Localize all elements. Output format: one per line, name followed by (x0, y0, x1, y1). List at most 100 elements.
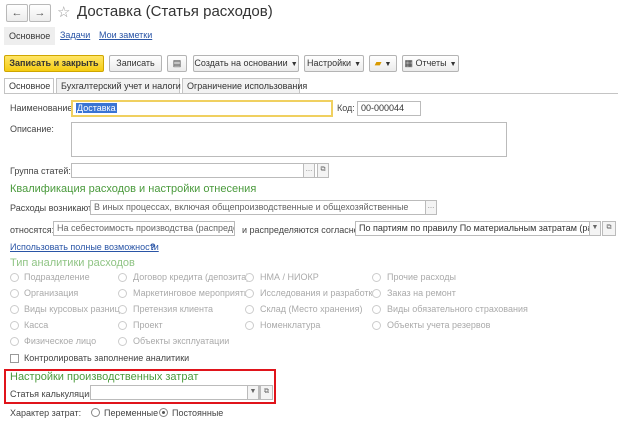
radio-insurance[interactable] (372, 305, 381, 314)
radio-subdivision[interactable] (10, 273, 19, 282)
chevron-down-icon: ▼ (449, 61, 457, 68)
expenses-arise-field[interactable]: В иных процессах, включая общепроизводст… (90, 200, 437, 215)
radio-reserves[interactable] (372, 321, 381, 330)
option-individual: Физическое лицо (24, 336, 97, 346)
page-title: Доставка (Статья расходов) (77, 3, 273, 20)
chevron-down-icon: ▼ (384, 61, 392, 68)
control-analytics-checkbox[interactable] (10, 354, 19, 363)
control-analytics-label: Контролировать заполнение аналитики (24, 353, 190, 363)
tab-accounting[interactable]: Бухгалтерский учет и налоги (56, 78, 181, 94)
chevron-down-icon[interactable]: ▼ (589, 221, 601, 236)
radio-exchange-diff[interactable] (10, 305, 19, 314)
tab-my-notes[interactable]: Мои заметки (99, 30, 152, 40)
create-based-on-label: Создать на основании (194, 58, 288, 68)
radio-project[interactable] (118, 321, 127, 330)
production-heading: Настройки производственных затрат (10, 371, 199, 383)
use-full-features-link[interactable]: Использовать полные возможности (10, 242, 159, 252)
forward-button[interactable]: → (29, 4, 51, 22)
attribute-to-field[interactable]: На себестоимость производства (распредел… (53, 221, 235, 236)
radio-repair-order[interactable] (372, 289, 381, 298)
radio-claim[interactable] (118, 305, 127, 314)
open-link-icon[interactable]: ⧉ (260, 385, 273, 400)
option-credit-contract: Договор кредита (депозита) (133, 272, 250, 282)
save-and-close-button[interactable]: Записать и закрыть (4, 55, 104, 72)
top-tabs: Основное Задачи Мои заметки (0, 26, 618, 49)
tab-main-top[interactable]: Основное (4, 27, 56, 45)
reports-button[interactable]: ▦ Отчеты ▼ (402, 55, 459, 72)
back-button[interactable]: ← (6, 4, 28, 22)
radio-other-expenses[interactable] (372, 273, 381, 282)
option-warehouse: Склад (Место хранения) (260, 304, 363, 314)
radio-operation-objects[interactable] (118, 337, 127, 346)
settings-button[interactable]: Настройки ▼ (304, 55, 364, 72)
expenses-arise-select-button[interactable]: … (425, 200, 437, 215)
tab-main[interactable]: Основное (4, 78, 54, 94)
settings-label: Настройки (306, 58, 352, 68)
print-list-button[interactable]: ▤ (167, 55, 187, 72)
help-icon[interactable]: ? (150, 242, 156, 252)
group-select-button[interactable]: … (303, 163, 315, 178)
paperclip-folder-icon: ▰ (374, 58, 382, 68)
radio-cash[interactable] (10, 321, 19, 330)
chevron-down-icon: ▼ (354, 61, 362, 68)
code-label: Код: (337, 103, 355, 113)
radio-research[interactable] (245, 289, 254, 298)
variable-label: Переменные (104, 408, 159, 418)
radio-credit-contract[interactable] (118, 273, 127, 282)
option-nma: НМА / НИОКР (260, 272, 319, 282)
option-organization: Организация (24, 288, 79, 298)
create-based-on-button[interactable]: Создать на основании ▼ (193, 55, 299, 72)
attach-button[interactable]: ▰ ▼ (369, 55, 397, 72)
name-value: Доставка (76, 103, 117, 113)
option-repair-order: Заказ на ремонт (387, 288, 456, 298)
fixed-label: Постоянные (172, 408, 224, 418)
option-subdivision: Подразделение (24, 272, 90, 282)
radio-organization[interactable] (10, 289, 19, 298)
report-icon: ▦ (404, 58, 413, 68)
description-label: Описание: (10, 124, 54, 134)
radio-marketing[interactable] (118, 289, 127, 298)
document-list-icon: ▤ (172, 58, 182, 68)
calculation-item-label: Статья калькуляции: (10, 389, 97, 399)
option-operation-objects: Объекты эксплуатации (133, 336, 230, 346)
radio-nma[interactable] (245, 273, 254, 282)
cost-nature-label: Характер затрат: (10, 408, 82, 418)
option-nomenclature: Номенклатура (260, 320, 321, 330)
open-link-icon[interactable]: ⧉ (317, 163, 329, 178)
tab-tasks[interactable]: Задачи (60, 30, 90, 40)
chevron-down-icon[interactable]: ▼ (247, 385, 259, 400)
attribute-to-label: относятся: (10, 225, 55, 235)
radio-fixed[interactable] (159, 408, 168, 417)
option-project: Проект (133, 320, 163, 330)
group-label: Группа статей: (10, 166, 71, 176)
favorite-star-icon[interactable]: ☆ (57, 3, 70, 21)
option-claim: Претензия клиента (133, 304, 214, 314)
option-insurance: Виды обязательного страхования (387, 304, 528, 314)
option-cash: Касса (24, 320, 49, 330)
reports-label: Отчеты (415, 58, 447, 68)
expenses-arise-label: Расходы возникают: (10, 203, 95, 213)
chevron-down-icon: ▼ (290, 61, 298, 68)
radio-variable[interactable] (91, 408, 100, 417)
name-label: Наименование: (10, 103, 75, 113)
option-other-expenses: Прочие расходы (387, 272, 456, 282)
radio-warehouse[interactable] (245, 305, 254, 314)
radio-nomenclature[interactable] (245, 321, 254, 330)
save-button[interactable]: Записать (109, 55, 162, 72)
option-marketing: Маркетинговое мероприятие (133, 288, 254, 298)
code-field[interactable]: 00-000044 (357, 101, 421, 116)
option-reserves: Объекты учета резервов (387, 320, 491, 330)
distribute-field[interactable]: По партиям по правилу По материальным за… (355, 221, 601, 236)
option-exchange-diff: Виды курсовых разниц (24, 304, 120, 314)
radio-individual[interactable] (10, 337, 19, 346)
description-field[interactable] (71, 122, 507, 157)
qualification-heading: Квалификация расходов и настройки отнесе… (10, 183, 257, 195)
tab-restrictions[interactable]: Ограничение использования (182, 78, 307, 94)
distribute-label: и распределяются согласно: (242, 225, 362, 235)
tab-panel-border (4, 93, 618, 94)
calculation-item-field[interactable] (90, 385, 260, 400)
name-field[interactable]: Доставка (71, 100, 333, 117)
group-field[interactable] (71, 163, 318, 178)
open-link-icon[interactable]: ⧉ (602, 221, 616, 236)
analytics-heading: Тип аналитики расходов (10, 257, 135, 269)
